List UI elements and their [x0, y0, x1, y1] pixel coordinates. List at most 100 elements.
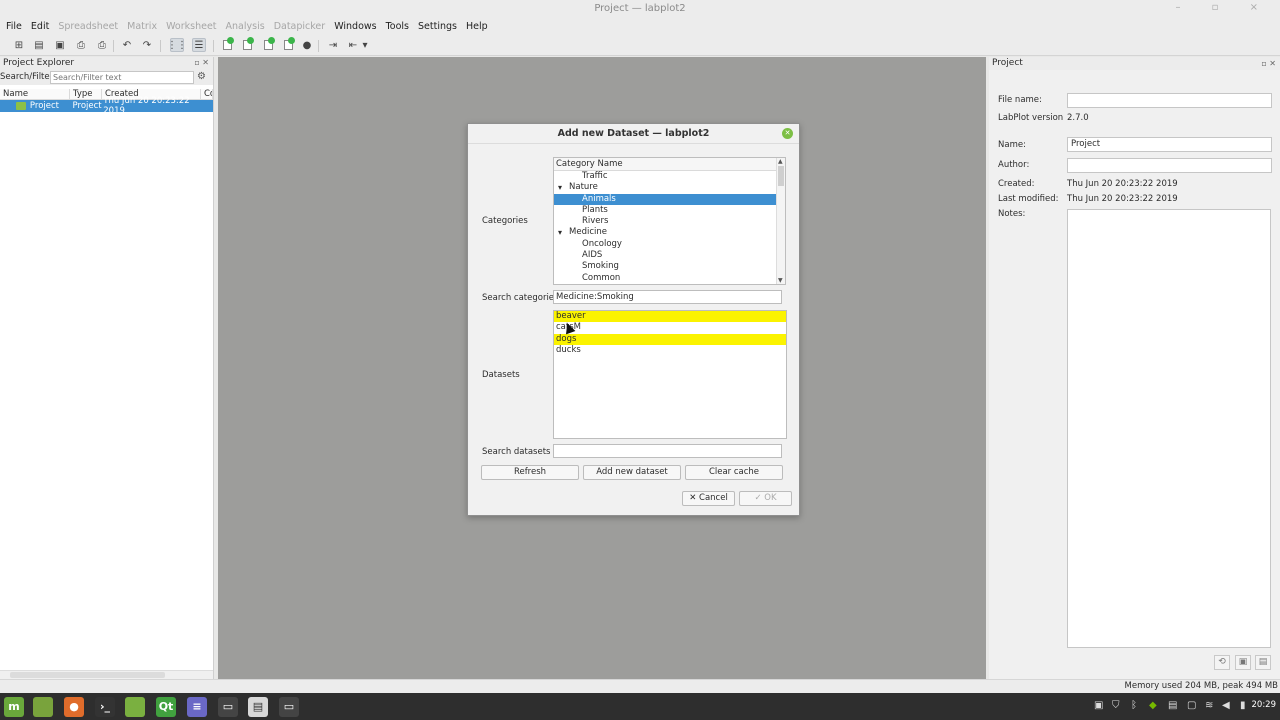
- author-field[interactable]: [1067, 158, 1272, 173]
- menu-help[interactable]: Help: [466, 21, 488, 32]
- category-item[interactable]: Animals: [554, 193, 777, 205]
- scroll-down-icon[interactable]: ▼: [778, 277, 783, 284]
- clock[interactable]: 20:29: [1252, 700, 1277, 710]
- search-categories-input[interactable]: Medicine:Smoking: [553, 290, 782, 304]
- labplot-task-icon[interactable]: ▤: [248, 697, 268, 717]
- scroll-up-icon[interactable]: ▲: [778, 158, 783, 165]
- column-name[interactable]: Name: [0, 89, 70, 99]
- export-dropdown-icon[interactable]: ▾: [361, 38, 369, 52]
- flag-icon[interactable]: ▤: [1168, 700, 1177, 711]
- cancel-button[interactable]: ✕ Cancel: [682, 491, 735, 506]
- undo-icon[interactable]: ↶: [120, 38, 134, 52]
- files-icon[interactable]: [125, 697, 145, 717]
- project-explorer: Project Explorer ▫ ✕ Search/Filter: ⚙ Na…: [0, 57, 214, 679]
- search-datasets-label: Search datasets: [482, 447, 551, 457]
- category-item[interactable]: Common: [554, 273, 777, 284]
- shield-icon[interactable]: ⛉: [1112, 700, 1120, 711]
- new-worksheet-icon[interactable]: [281, 37, 295, 52]
- dataset-item[interactable]: beaver: [554, 311, 786, 323]
- qt-creator-icon[interactable]: Qt: [156, 697, 176, 717]
- menu-matrix[interactable]: Matrix: [127, 21, 157, 32]
- tabbed-view-icon[interactable]: ⋮⋮: [167, 38, 187, 52]
- template-icon[interactable]: ▤: [1255, 655, 1271, 670]
- tree-row-project[interactable]: Project Project Thu Jun 20 20:23:22 2019: [0, 96, 213, 116]
- new-matrix-icon[interactable]: [261, 37, 275, 52]
- close-icon[interactable]: ✕: [782, 128, 793, 139]
- datasets-list[interactable]: beaver catsM dogs ducks: [553, 310, 787, 439]
- menu-windows[interactable]: Windows: [334, 21, 376, 32]
- category-item[interactable]: Nature: [554, 182, 777, 194]
- notes-field[interactable]: [1067, 209, 1271, 648]
- scrollbar-thumb[interactable]: [10, 672, 165, 678]
- menu-datapicker[interactable]: Datapicker: [274, 21, 326, 32]
- menu-analysis[interactable]: Analysis: [226, 21, 265, 32]
- window-icon[interactable]: ▭: [218, 697, 238, 717]
- category-item[interactable]: Rivers: [554, 216, 777, 227]
- save-default-icon[interactable]: ▣: [1235, 655, 1251, 670]
- menu-tools[interactable]: Tools: [386, 21, 409, 32]
- load-default-icon[interactable]: ⟲: [1214, 655, 1230, 670]
- categories-scrollbar[interactable]: ▲ ▼: [776, 158, 785, 284]
- import-icon[interactable]: ⇥: [326, 38, 340, 52]
- dataset-item[interactable]: ducks: [554, 345, 786, 356]
- print-icon[interactable]: ⎙: [74, 38, 88, 52]
- bluetooth-icon[interactable]: ᛒ: [1131, 700, 1137, 711]
- add-dataset-button[interactable]: Add new dataset: [583, 465, 681, 480]
- redo-icon[interactable]: ↷: [140, 38, 154, 52]
- scrollbar-thumb[interactable]: [778, 166, 784, 186]
- firefox-icon[interactable]: ●: [64, 697, 84, 717]
- nvidia-icon[interactable]: ◆: [1149, 700, 1157, 711]
- window-controls[interactable]: – ▫ ×: [1175, 2, 1272, 13]
- category-item[interactable]: Plants: [554, 205, 777, 216]
- category-item[interactable]: Oncology: [554, 239, 777, 250]
- refresh-button[interactable]: Refresh: [481, 465, 579, 480]
- search-datasets-input[interactable]: [553, 444, 782, 458]
- menu-spreadsheet[interactable]: Spreadsheet: [58, 21, 118, 32]
- clipboard-icon[interactable]: ▢: [1187, 700, 1196, 711]
- ok-button[interactable]: ✓ OK: [739, 491, 792, 506]
- datapicker-icon[interactable]: ●: [300, 38, 314, 52]
- menu-worksheet[interactable]: Worksheet: [166, 21, 216, 32]
- menu-icon[interactable]: m: [4, 697, 24, 717]
- print-preview-icon[interactable]: ⎙: [95, 38, 109, 52]
- menu-file[interactable]: File: [6, 21, 22, 32]
- new-workbook-icon[interactable]: [220, 37, 234, 52]
- properties-title-bar: Project ▫ ✕: [989, 57, 1280, 70]
- menu-edit[interactable]: Edit: [31, 21, 49, 32]
- battery-icon[interactable]: ▮: [1240, 700, 1246, 711]
- menu-settings[interactable]: Settings: [418, 21, 457, 32]
- dataset-item[interactable]: catsM: [554, 322, 786, 333]
- clear-cache-button[interactable]: Clear cache: [685, 465, 783, 480]
- dataset-item[interactable]: dogs: [554, 333, 786, 346]
- open-project-icon[interactable]: ▤: [32, 38, 46, 52]
- categories-tree[interactable]: Category Name TrafficNatureAnimalsPlants…: [553, 157, 786, 285]
- new-project-icon[interactable]: ⊞: [12, 38, 26, 52]
- window-title: Project — labplot2: [594, 3, 686, 14]
- category-name-header[interactable]: Category Name: [554, 158, 777, 171]
- save-icon[interactable]: ▣: [53, 38, 67, 52]
- properties-title: Project: [992, 58, 1023, 68]
- show-desktop-icon[interactable]: [33, 697, 53, 717]
- terminal-icon[interactable]: ›_: [95, 697, 115, 717]
- name-field[interactable]: Project: [1067, 137, 1272, 152]
- volume-icon[interactable]: ◀: [1222, 700, 1230, 711]
- list-view-icon[interactable]: ☰: [192, 38, 206, 52]
- export-icon[interactable]: ⇤: [346, 38, 360, 52]
- properties-dock-controls[interactable]: ▫ ✕: [1261, 57, 1276, 70]
- category-item[interactable]: Smoking: [554, 261, 777, 272]
- camera-icon[interactable]: ▣: [1094, 700, 1103, 711]
- file-name-field[interactable]: [1067, 93, 1272, 108]
- explorer-dock-controls[interactable]: ▫ ✕: [194, 57, 209, 69]
- gear-icon[interactable]: ⚙: [197, 71, 209, 83]
- category-item[interactable]: AIDS: [554, 250, 777, 261]
- explorer-horizontal-scrollbar[interactable]: [0, 670, 213, 679]
- category-item[interactable]: Medicine: [554, 227, 777, 239]
- wifi-icon[interactable]: ≋: [1205, 700, 1213, 711]
- search-filter-input[interactable]: [50, 70, 194, 84]
- datasets-label: Datasets: [482, 370, 520, 380]
- new-spreadsheet-icon[interactable]: [240, 37, 254, 52]
- text-editor-icon[interactable]: ≡: [187, 697, 207, 717]
- window-icon-2[interactable]: ▭: [279, 697, 299, 717]
- column-type[interactable]: Type: [70, 89, 102, 99]
- category-item[interactable]: Traffic: [554, 171, 777, 182]
